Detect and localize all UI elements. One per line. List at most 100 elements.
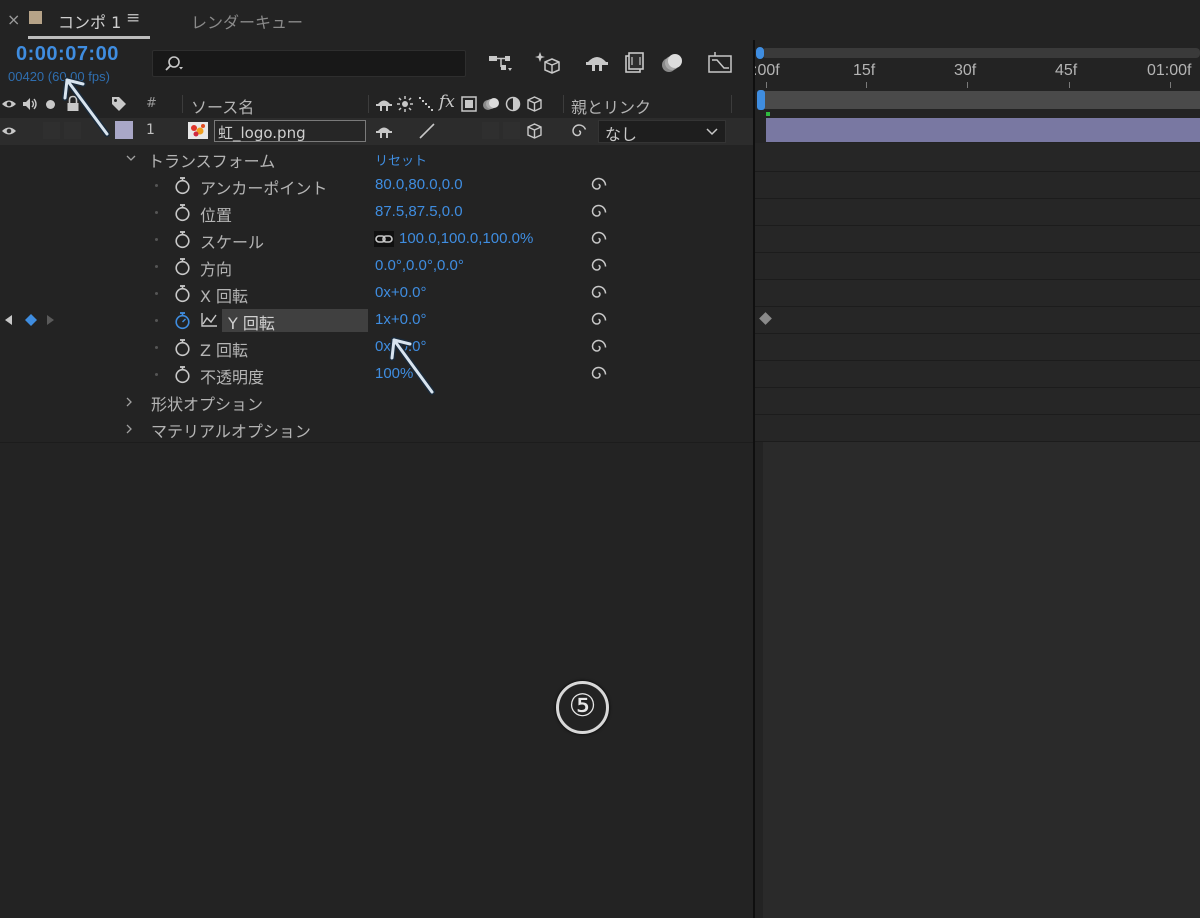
layer-name-field[interactable]: 虹_logo.png bbox=[214, 120, 366, 142]
parent-layer-dropdown[interactable]: なし bbox=[598, 120, 726, 144]
frame-blending-icon[interactable] bbox=[622, 50, 646, 76]
transform-group-row[interactable]: トランスフォーム リセット bbox=[0, 145, 753, 173]
stopwatch-icon[interactable] bbox=[174, 230, 191, 249]
layer-motion-blur-switch[interactable] bbox=[482, 122, 499, 139]
ruler-label: 45f bbox=[1055, 62, 1078, 79]
comp-color-swatch bbox=[29, 11, 42, 24]
stopwatch-icon[interactable] bbox=[174, 284, 191, 303]
ruler-tick bbox=[866, 82, 867, 88]
column-separator bbox=[368, 95, 369, 113]
property-row-anchor-point[interactable]: アンカーポイント 80.0,80.0,0.0 bbox=[0, 172, 753, 200]
layer-quality-switch-icon[interactable] bbox=[418, 122, 436, 140]
stopwatch-icon[interactable] bbox=[174, 257, 191, 276]
tab-render-queue[interactable]: レンダーキュー bbox=[191, 9, 303, 33]
tree-dot bbox=[155, 211, 158, 214]
ruler-tick bbox=[1069, 82, 1070, 88]
expression-pickwhip-icon[interactable] bbox=[590, 284, 607, 301]
expression-pickwhip-icon[interactable] bbox=[590, 257, 607, 274]
stopwatch-icon[interactable] bbox=[174, 203, 191, 222]
property-value[interactable]: 87.5,87.5,0.0 bbox=[375, 203, 463, 220]
constrain-proportions-link-icon[interactable] bbox=[374, 231, 394, 247]
property-value[interactable]: 1x+0.0° bbox=[375, 311, 426, 328]
shy-layers-icon[interactable] bbox=[584, 50, 610, 76]
geometry-options-row[interactable]: 形状オプション bbox=[0, 388, 753, 416]
stopwatch-icon[interactable] bbox=[174, 338, 191, 357]
tree-dot bbox=[155, 265, 158, 268]
current-time-indicator[interactable] bbox=[757, 90, 765, 110]
search-input[interactable] bbox=[152, 50, 466, 77]
property-row-y-rotation[interactable]: Y 回転 1x+0.0° bbox=[0, 307, 753, 335]
previous-keyframe-icon[interactable] bbox=[3, 314, 13, 326]
property-row-scale[interactable]: スケール 100.0,100.0,100.0% bbox=[0, 226, 753, 254]
stopwatch-icon[interactable] bbox=[174, 176, 191, 195]
search-icon bbox=[165, 56, 183, 71]
next-keyframe-icon[interactable] bbox=[46, 314, 56, 326]
property-value[interactable]: 0.0°,0.0°,0.0° bbox=[375, 257, 464, 274]
column-number-header: # bbox=[146, 96, 157, 111]
column-separator bbox=[182, 95, 183, 113]
expression-pickwhip-icon[interactable] bbox=[590, 230, 607, 247]
property-label: Z 回転 bbox=[200, 341, 249, 360]
ruler-tick bbox=[1170, 82, 1171, 88]
time-navigator-bar[interactable] bbox=[762, 48, 1200, 58]
composition-flowchart-icon[interactable] bbox=[487, 50, 515, 76]
expression-pickwhip-icon[interactable] bbox=[590, 176, 607, 193]
property-row-z-rotation[interactable]: Z 回転 0x+0.0° bbox=[0, 334, 753, 362]
selected-property-highlight: Y 回転 bbox=[222, 309, 368, 333]
expression-pickwhip-icon[interactable] bbox=[590, 365, 607, 382]
draft-3d-icon[interactable] bbox=[534, 50, 562, 76]
annotation-arrow-y-rotation bbox=[389, 337, 435, 395]
add-keyframe-diamond-icon[interactable] bbox=[24, 313, 38, 327]
property-label: 方向 bbox=[200, 260, 233, 279]
property-value[interactable]: 100.0,100.0,100.0% bbox=[399, 230, 533, 247]
transform-reset-link[interactable]: リセット bbox=[375, 150, 427, 169]
graph-icon[interactable] bbox=[200, 312, 218, 328]
expression-pickwhip-icon[interactable] bbox=[590, 338, 607, 355]
expression-pickwhip-icon[interactable] bbox=[590, 311, 607, 328]
expression-pickwhip-icon[interactable] bbox=[590, 203, 607, 220]
step-number: ⑤ bbox=[568, 688, 597, 724]
tab-comp-1[interactable]: コンポ 1 bbox=[58, 9, 121, 33]
material-options-row[interactable]: マテリアルオプション bbox=[0, 415, 753, 443]
time-navigator-start-handle[interactable] bbox=[756, 47, 764, 59]
layer-visibility-eye-icon[interactable] bbox=[1, 124, 17, 138]
eye-icon[interactable] bbox=[1, 97, 17, 111]
transform-group-label: トランスフォーム bbox=[148, 152, 276, 171]
audio-speaker-icon[interactable] bbox=[21, 96, 39, 112]
layer-shy-switch-icon[interactable] bbox=[375, 123, 393, 139]
property-row-orientation[interactable]: 方向 0.0°,0.0°,0.0° bbox=[0, 253, 753, 281]
property-row-opacity[interactable]: 不透明度 100% bbox=[0, 361, 753, 389]
chevron-right-icon[interactable] bbox=[125, 396, 134, 408]
property-value[interactable]: 80.0,80.0,0.0 bbox=[375, 176, 463, 193]
property-label: X 回転 bbox=[200, 287, 249, 306]
stopwatch-icon[interactable] bbox=[174, 365, 191, 384]
layer-adjustment-switch[interactable] bbox=[503, 122, 520, 139]
solo-icon[interactable] bbox=[46, 100, 55, 109]
motion-blur-icon[interactable] bbox=[659, 50, 685, 76]
column-source-name-header[interactable]: ソース名 bbox=[191, 94, 254, 118]
work-area-bar[interactable] bbox=[760, 91, 1200, 109]
layer-3d-switch-icon[interactable] bbox=[526, 122, 543, 140]
shy-switch-icon bbox=[376, 100, 392, 111]
ruler-label: 01:00f bbox=[1147, 62, 1192, 79]
parent-pickwhip-icon[interactable] bbox=[571, 123, 587, 139]
frame-blend-switch-icon bbox=[461, 96, 477, 112]
property-row-x-rotation[interactable]: X 回転 0x+0.0° bbox=[0, 280, 753, 308]
property-value[interactable]: 0x+0.0° bbox=[375, 284, 426, 301]
tree-dot bbox=[155, 184, 158, 187]
cache-indicator bbox=[766, 112, 770, 116]
layer-duration-bar[interactable] bbox=[766, 118, 1200, 142]
stopwatch-active-icon[interactable] bbox=[174, 311, 191, 330]
panel-divider[interactable] bbox=[753, 40, 755, 918]
track-row bbox=[755, 171, 1200, 199]
track-row bbox=[755, 333, 1200, 361]
property-row-position[interactable]: 位置 87.5,87.5,0.0 bbox=[0, 199, 753, 227]
3d-layer-icon bbox=[527, 96, 542, 112]
panel-menu-icon[interactable]: ≡ bbox=[126, 8, 140, 28]
chevron-right-icon[interactable] bbox=[125, 423, 134, 435]
property-label: アンカーポイント bbox=[200, 179, 328, 198]
tab-close-button[interactable]: × bbox=[7, 10, 20, 29]
chevron-down-icon[interactable] bbox=[125, 154, 137, 163]
graph-editor-icon[interactable] bbox=[707, 50, 733, 76]
motion-blur-switch-icon bbox=[483, 98, 499, 110]
